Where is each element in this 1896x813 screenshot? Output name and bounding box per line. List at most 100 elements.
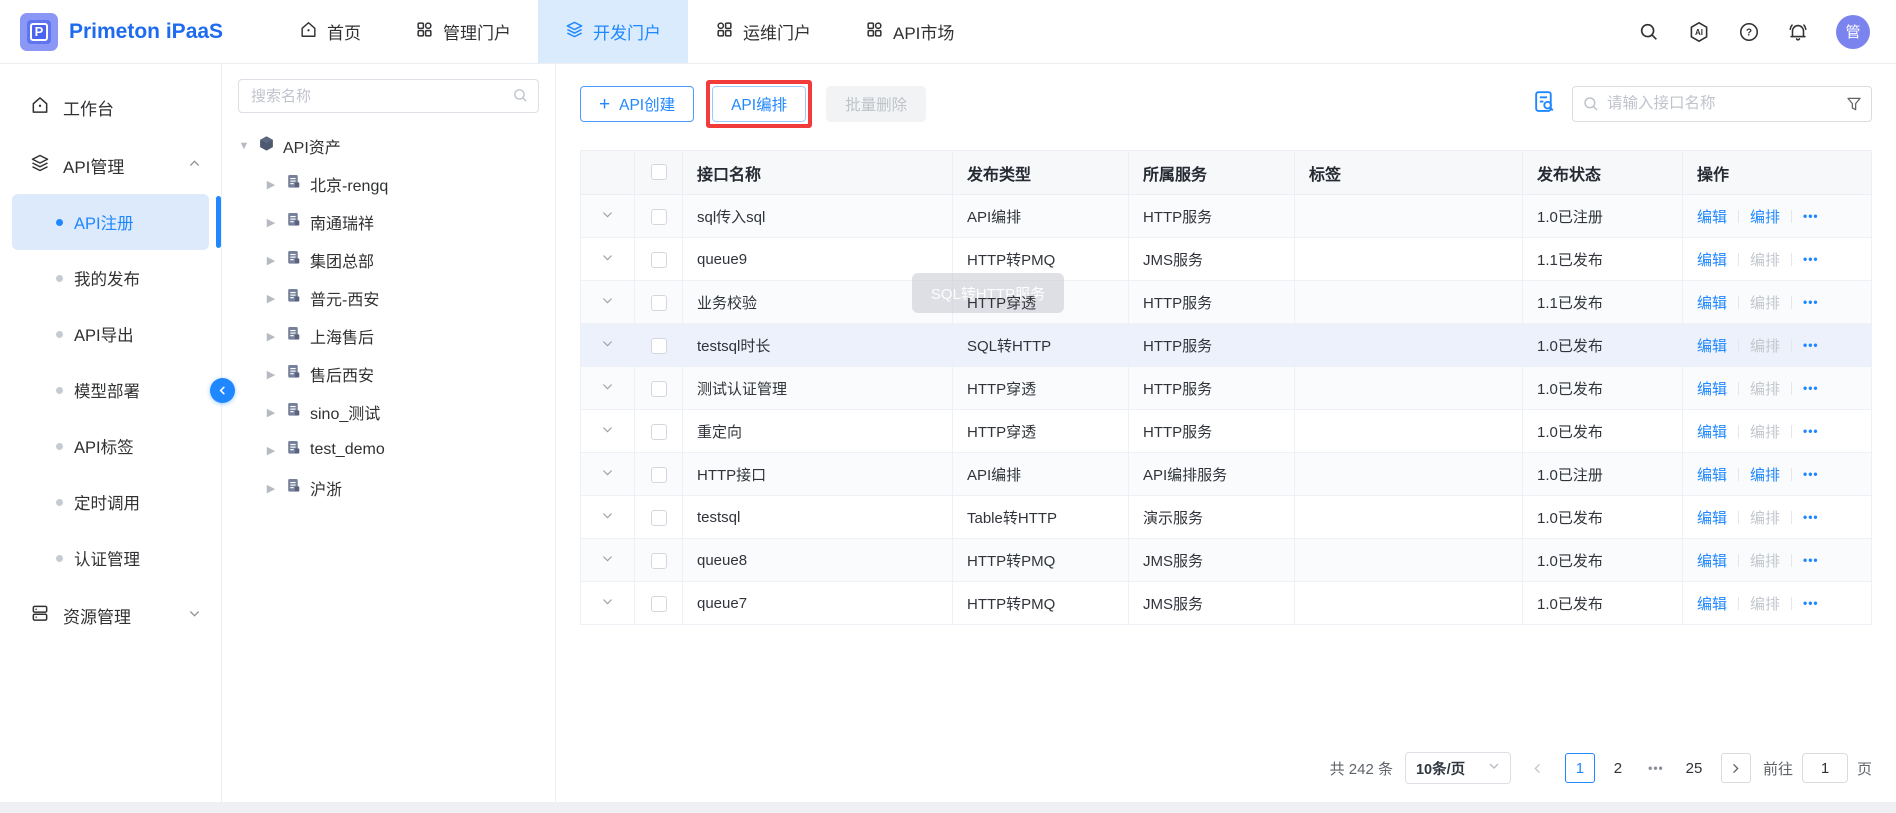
- chevron-down-icon[interactable]: [601, 423, 614, 440]
- orchestrate-link[interactable]: 编排: [1750, 206, 1780, 227]
- orchestrate-link[interactable]: 编排: [1750, 292, 1780, 313]
- sidebar-submenu-item[interactable]: 我的发布: [12, 250, 209, 306]
- collapse-triangle-icon[interactable]: ▶: [265, 216, 277, 229]
- chevron-down-icon[interactable]: [601, 509, 614, 526]
- row-checkbox[interactable]: [651, 553, 667, 569]
- nav-item-home[interactable]: 首页: [272, 0, 388, 63]
- orchestrate-link[interactable]: 编排: [1750, 335, 1780, 356]
- sidebar-submenu-item[interactable]: 定时调用: [12, 474, 209, 530]
- user-avatar[interactable]: 管: [1836, 15, 1870, 49]
- page-number-button[interactable]: 25: [1679, 753, 1709, 783]
- chevron-down-icon[interactable]: [601, 466, 614, 483]
- tree-node[interactable]: ▶ 售后西安: [238, 355, 539, 393]
- row-checkbox[interactable]: [651, 424, 667, 440]
- orchestrate-link[interactable]: 编排: [1750, 421, 1780, 442]
- tree-node[interactable]: ▶ 集团总部: [238, 241, 539, 279]
- chevron-down-icon[interactable]: [601, 337, 614, 354]
- edit-link[interactable]: 编辑: [1697, 378, 1727, 399]
- chevron-down-icon[interactable]: [601, 208, 614, 225]
- tree-node[interactable]: ▶ 北京-rengq: [238, 165, 539, 203]
- edit-link[interactable]: 编辑: [1697, 335, 1727, 356]
- more-actions-link[interactable]: •••: [1803, 553, 1819, 567]
- collapse-triangle-icon[interactable]: ▶: [265, 406, 277, 419]
- collapse-triangle-icon[interactable]: ▶: [265, 482, 277, 495]
- collapse-triangle-icon[interactable]: ▶: [265, 178, 277, 191]
- row-checkbox[interactable]: [651, 510, 667, 526]
- sidebar-submenu-item[interactable]: API注册: [12, 194, 209, 250]
- batch-delete-button[interactable]: 批量删除: [826, 86, 926, 122]
- row-checkbox[interactable]: [651, 209, 667, 225]
- next-page-button[interactable]: [1721, 753, 1751, 783]
- collapse-triangle-icon[interactable]: ▶: [265, 444, 277, 457]
- chevron-down-icon[interactable]: [601, 552, 614, 569]
- tree-node[interactable]: ▶ 沪浙: [238, 469, 539, 507]
- orchestrate-link[interactable]: 编排: [1750, 593, 1780, 614]
- goto-page-input[interactable]: [1802, 753, 1848, 783]
- sidebar-submenu-item[interactable]: 认证管理: [12, 530, 209, 586]
- orchestrate-link[interactable]: 编排: [1750, 507, 1780, 528]
- collapse-triangle-icon[interactable]: ▶: [265, 292, 277, 305]
- sidebar-item-workbench[interactable]: 工作台: [0, 78, 221, 136]
- tree-search-input[interactable]: [238, 79, 539, 113]
- orchestrate-link[interactable]: 编排: [1750, 249, 1780, 270]
- notification-bell-icon[interactable]: [1787, 21, 1809, 43]
- more-actions-link[interactable]: •••: [1803, 596, 1819, 610]
- sidebar-submenu-item[interactable]: 模型部署: [12, 362, 209, 418]
- nav-item-api-market[interactable]: API市场: [838, 0, 981, 63]
- edit-link[interactable]: 编辑: [1697, 593, 1727, 614]
- more-actions-link[interactable]: •••: [1803, 209, 1819, 223]
- select-all-checkbox[interactable]: [651, 164, 667, 180]
- sidebar-submenu-item[interactable]: API导出: [12, 306, 209, 362]
- edit-link[interactable]: 编辑: [1697, 550, 1727, 571]
- expand-triangle-icon[interactable]: ▼: [238, 140, 250, 152]
- collapse-triangle-icon[interactable]: ▶: [265, 368, 277, 381]
- api-doc-list-icon[interactable]: [1532, 89, 1557, 119]
- api-search-input[interactable]: [1572, 86, 1872, 122]
- ai-assistant-icon[interactable]: AI: [1687, 20, 1711, 44]
- sidebar-collapse-button[interactable]: [210, 378, 235, 403]
- nav-item-ops-portal[interactable]: 运维门户: [688, 0, 838, 63]
- row-checkbox[interactable]: [651, 295, 667, 311]
- page-number-button[interactable]: 1: [1565, 753, 1595, 783]
- row-checkbox[interactable]: [651, 338, 667, 354]
- more-actions-link[interactable]: •••: [1803, 510, 1819, 524]
- tree-root-api-assets[interactable]: ▼ API资产: [238, 127, 539, 165]
- tree-node[interactable]: ▶ sino_测试: [238, 393, 539, 431]
- filter-funnel-icon[interactable]: [1845, 95, 1863, 118]
- more-actions-link[interactable]: •••: [1803, 295, 1819, 309]
- more-actions-link[interactable]: •••: [1803, 338, 1819, 352]
- more-actions-link[interactable]: •••: [1803, 381, 1819, 395]
- sidebar-item-resource-management[interactable]: 资源管理: [0, 586, 221, 644]
- sidebar-submenu-item[interactable]: API标签: [12, 418, 209, 474]
- tree-node[interactable]: ▶ test_demo: [238, 431, 539, 469]
- search-icon[interactable]: [1638, 21, 1660, 43]
- help-icon[interactable]: ?: [1738, 21, 1760, 43]
- more-actions-link[interactable]: •••: [1803, 467, 1819, 481]
- edit-link[interactable]: 编辑: [1697, 421, 1727, 442]
- more-actions-link[interactable]: •••: [1803, 424, 1819, 438]
- api-orchestrate-button[interactable]: API编排: [712, 86, 806, 122]
- row-checkbox[interactable]: [651, 596, 667, 612]
- orchestrate-link[interactable]: 编排: [1750, 378, 1780, 399]
- tree-node[interactable]: ▶ 南通瑞祥: [238, 203, 539, 241]
- edit-link[interactable]: 编辑: [1697, 507, 1727, 528]
- chevron-down-icon[interactable]: [601, 380, 614, 397]
- edit-link[interactable]: 编辑: [1697, 292, 1727, 313]
- page-size-select[interactable]: 10条/页: [1405, 752, 1511, 784]
- edit-link[interactable]: 编辑: [1697, 206, 1727, 227]
- tree-node[interactable]: ▶ 上海售后: [238, 317, 539, 355]
- orchestrate-link[interactable]: 编排: [1750, 550, 1780, 571]
- api-create-button[interactable]: + API创建: [580, 86, 694, 122]
- collapse-triangle-icon[interactable]: ▶: [265, 254, 277, 267]
- orchestrate-link[interactable]: 编排: [1750, 464, 1780, 485]
- prev-page-button[interactable]: [1523, 753, 1553, 783]
- row-checkbox[interactable]: [651, 381, 667, 397]
- chevron-down-icon[interactable]: [601, 595, 614, 612]
- edit-link[interactable]: 编辑: [1697, 249, 1727, 270]
- sidebar-item-api-management[interactable]: API管理: [0, 136, 221, 194]
- chevron-down-icon[interactable]: [601, 294, 614, 311]
- row-checkbox[interactable]: [651, 467, 667, 483]
- tree-node[interactable]: ▶ 普元-西安: [238, 279, 539, 317]
- page-number-button[interactable]: 2: [1603, 753, 1633, 783]
- edit-link[interactable]: 编辑: [1697, 464, 1727, 485]
